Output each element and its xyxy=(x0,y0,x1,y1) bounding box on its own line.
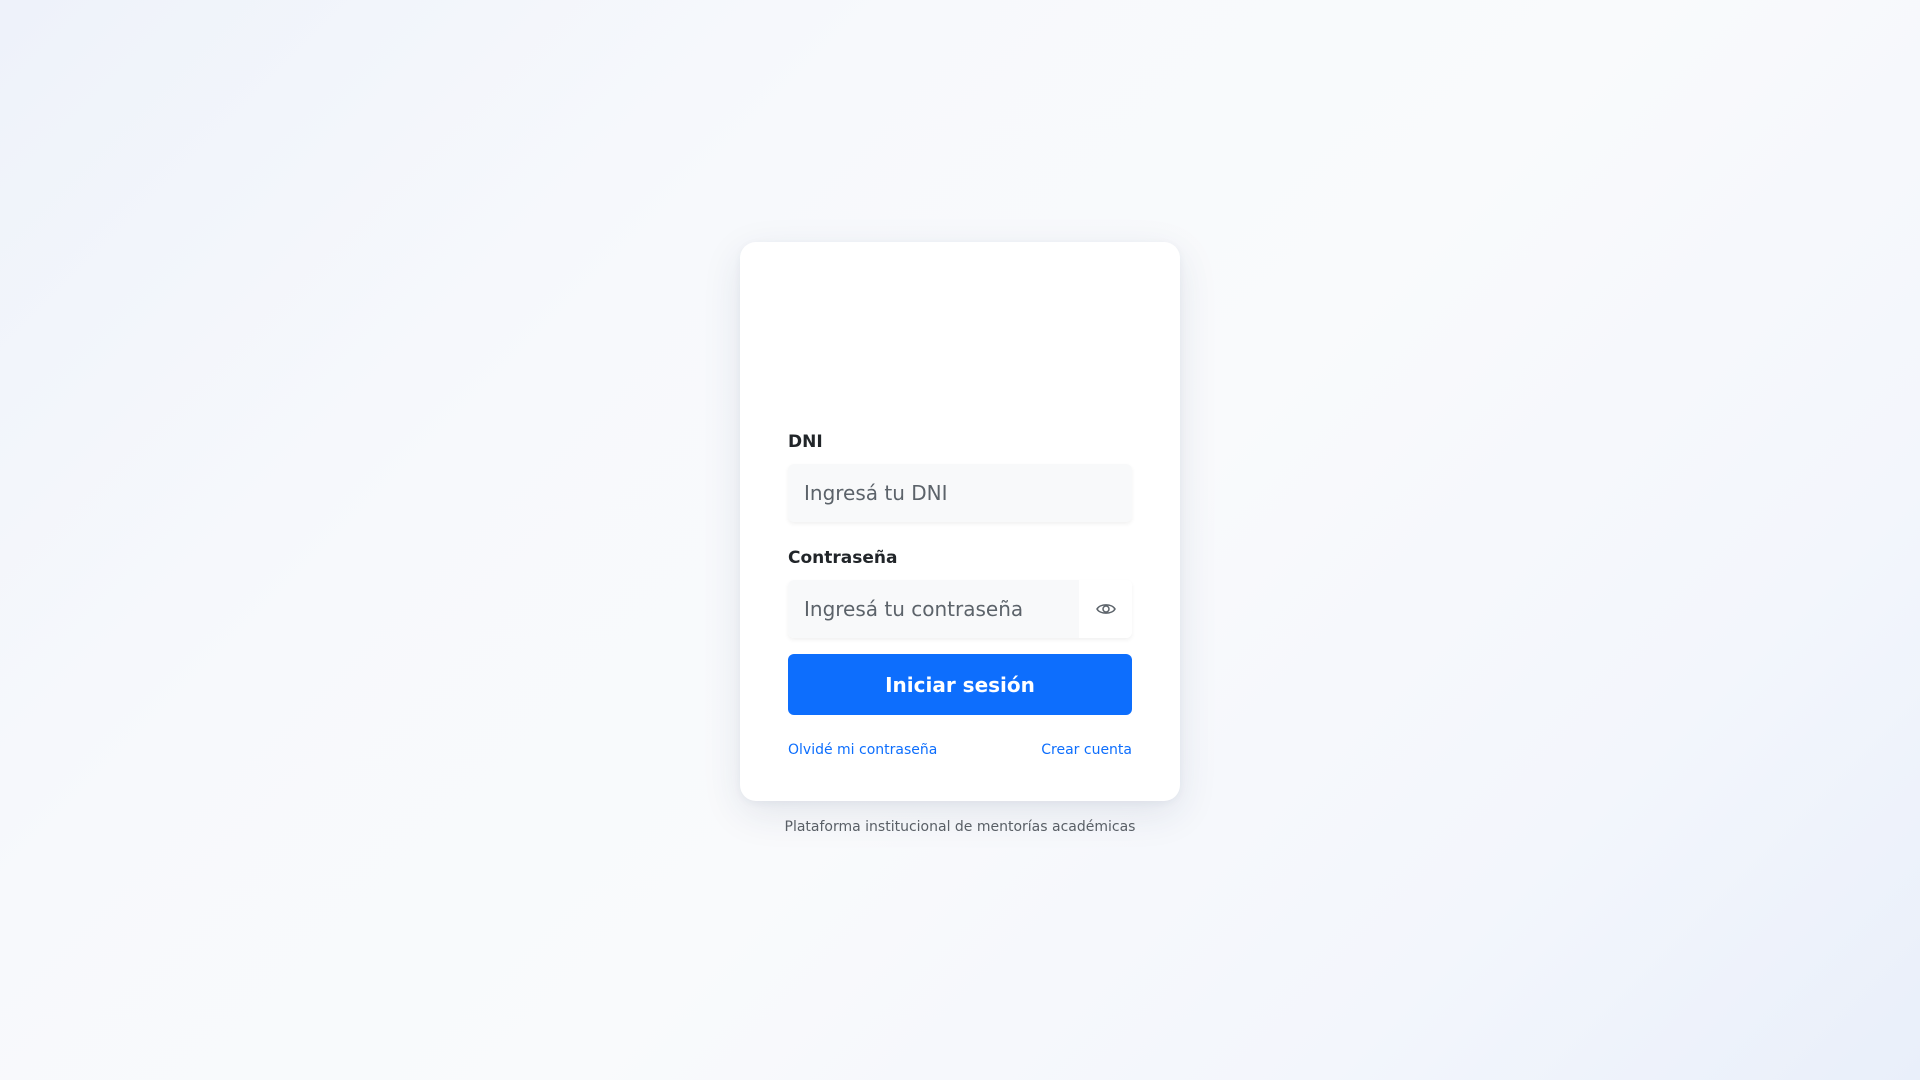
login-card: DNI Contraseña Iniciar sesión Olvidé mi … xyxy=(740,242,1180,801)
forgot-password-link[interactable]: Olvidé mi contraseña xyxy=(788,741,937,759)
eye-icon xyxy=(1095,602,1116,616)
password-group xyxy=(788,580,1132,638)
dni-label: DNI xyxy=(788,432,823,452)
password-label: Contraseña xyxy=(788,548,898,568)
create-account-link[interactable]: Crear cuenta xyxy=(1041,741,1132,759)
dni-input[interactable] xyxy=(788,464,1132,522)
login-button[interactable]: Iniciar sesión xyxy=(788,654,1132,715)
auth-links: Olvidé mi contraseña Crear cuenta xyxy=(788,741,1132,759)
footer-text: Plataforma institucional de mentorías ac… xyxy=(784,819,1136,835)
password-input[interactable] xyxy=(788,580,1079,638)
show-password-button[interactable] xyxy=(1079,580,1132,638)
logo-placeholder xyxy=(788,242,1132,432)
